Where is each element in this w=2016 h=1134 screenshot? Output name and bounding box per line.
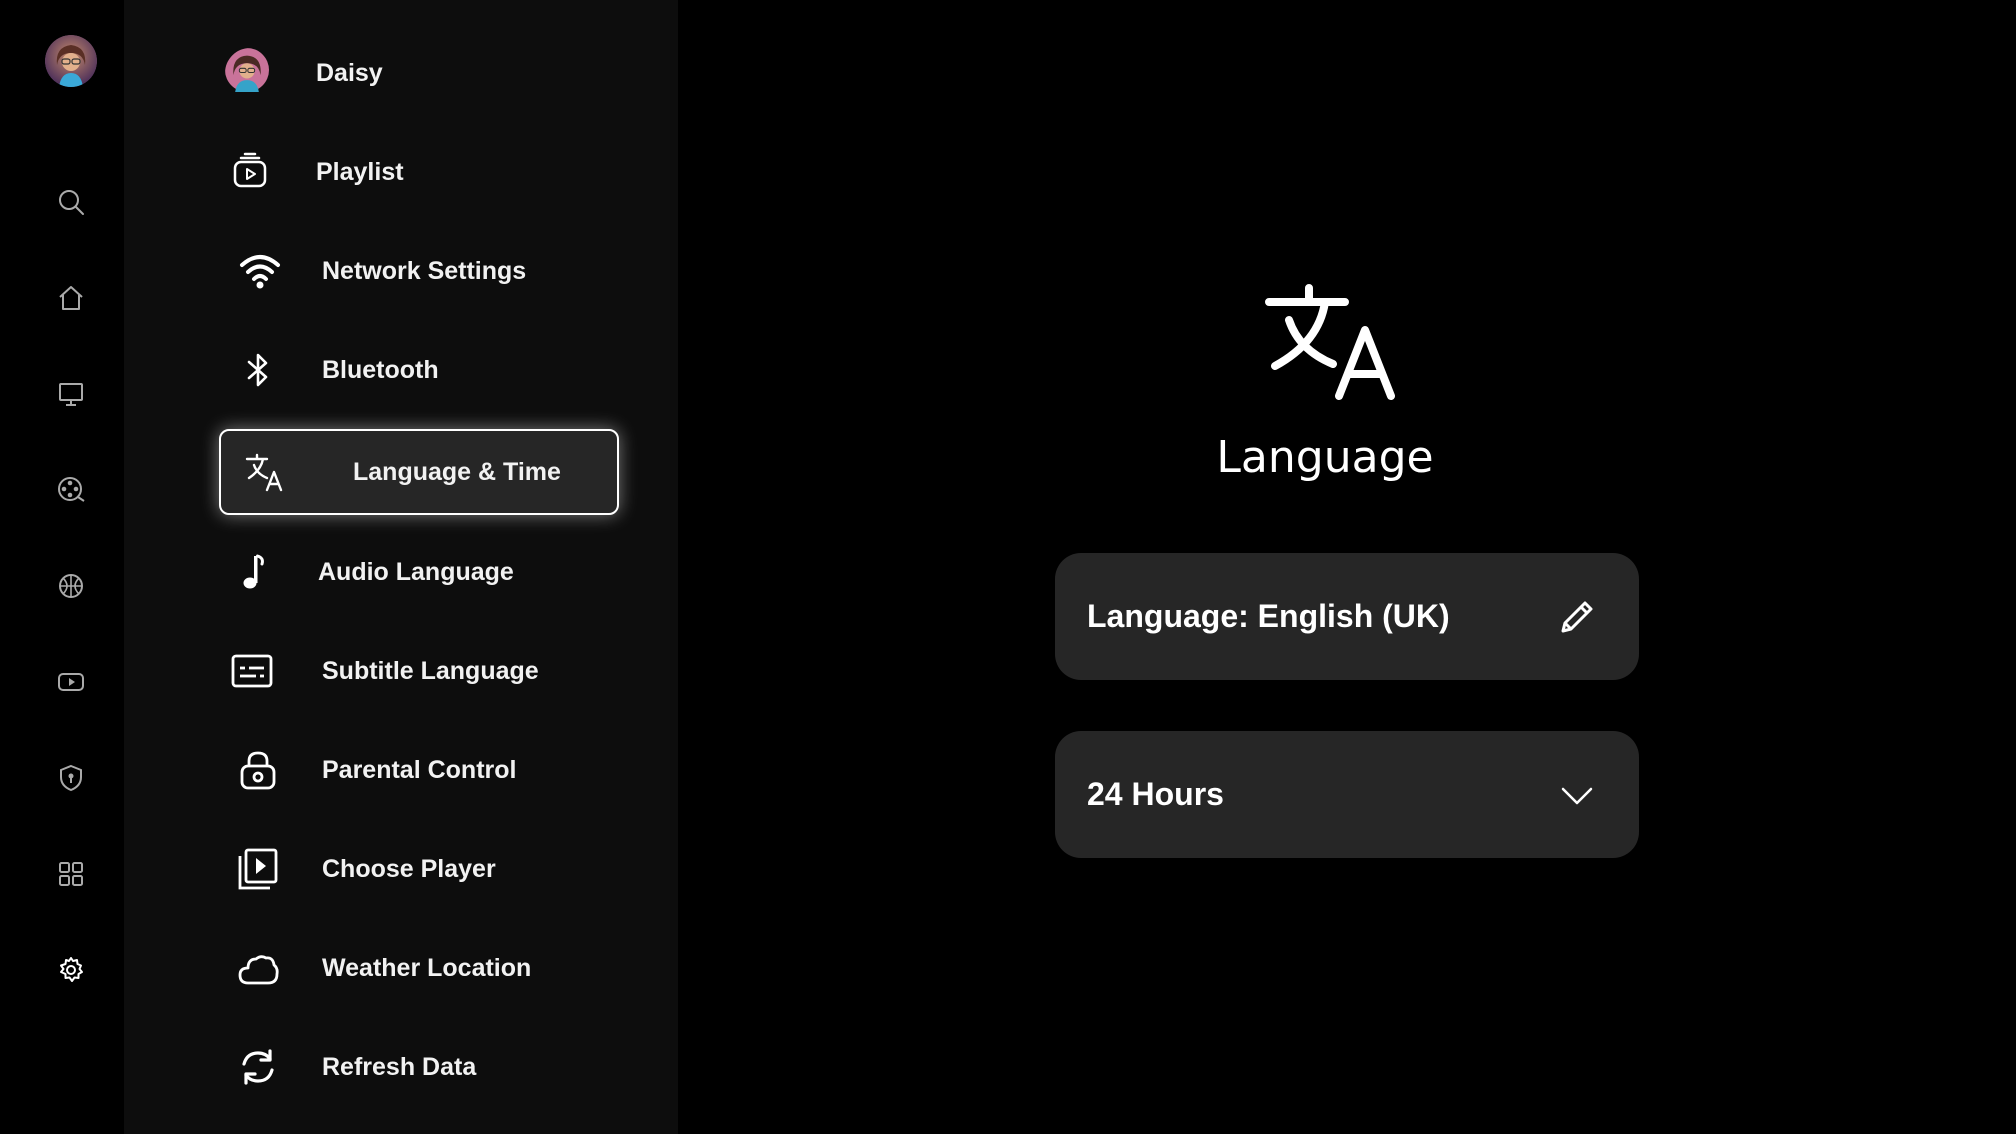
video-library-icon bbox=[228, 839, 288, 899]
menu-item-label: Language & Time bbox=[353, 457, 561, 486]
menu-item-label: Choose Player bbox=[322, 854, 496, 883]
menu-item-refresh-data[interactable]: Refresh Data bbox=[220, 1026, 616, 1108]
language-selector[interactable]: Language: English (UK) bbox=[1055, 553, 1639, 680]
wifi-icon bbox=[230, 241, 290, 301]
time-format-dropdown[interactable]: 24 Hours bbox=[1055, 731, 1639, 858]
menu-item-label: Playlist bbox=[316, 157, 404, 186]
content-panel: Language Language: English (UK) 24 Hours bbox=[678, 0, 2016, 1134]
menu-item-label: Network Settings bbox=[322, 256, 527, 285]
bluetooth-icon bbox=[228, 340, 288, 400]
tv-icon[interactable] bbox=[54, 377, 88, 411]
avatar bbox=[220, 43, 280, 103]
sports-ball-icon[interactable] bbox=[54, 569, 88, 603]
settings-menu: Daisy Playlist Network Settings Bluetoot… bbox=[124, 0, 678, 1134]
playlist-icon bbox=[220, 142, 280, 202]
menu-item-playlist[interactable]: Playlist bbox=[220, 131, 616, 213]
music-note-icon bbox=[224, 542, 284, 602]
translate-icon bbox=[1263, 284, 1413, 408]
menu-item-parental-control[interactable]: Parental Control bbox=[220, 729, 616, 811]
page-title: Language bbox=[1216, 432, 1434, 483]
menu-item-label: Weather Location bbox=[322, 953, 532, 982]
home-icon[interactable] bbox=[54, 281, 88, 315]
youtube-icon[interactable] bbox=[54, 665, 88, 699]
translate-icon bbox=[235, 442, 295, 502]
menu-item-weather-location[interactable]: Weather Location bbox=[220, 927, 616, 1009]
shield-icon[interactable] bbox=[54, 761, 88, 795]
menu-item-network-settings[interactable]: Network Settings bbox=[220, 230, 616, 312]
cloud-icon bbox=[228, 938, 288, 998]
pencil-icon[interactable] bbox=[1555, 595, 1599, 639]
nav-rail bbox=[0, 0, 124, 1134]
menu-item-audio-language[interactable]: Audio Language bbox=[220, 531, 616, 613]
menu-item-label: Subtitle Language bbox=[322, 656, 539, 685]
user-avatar[interactable] bbox=[45, 35, 97, 87]
apps-grid-icon[interactable] bbox=[54, 857, 88, 891]
menu-item-profile[interactable]: Daisy bbox=[220, 32, 616, 114]
menu-item-label: Parental Control bbox=[322, 755, 517, 784]
menu-item-label: Refresh Data bbox=[322, 1052, 477, 1081]
menu-item-label: Audio Language bbox=[318, 557, 514, 586]
time-format-value: 24 Hours bbox=[1087, 776, 1224, 812]
gear-icon[interactable] bbox=[54, 953, 88, 987]
menu-item-language-time[interactable]: Language & Time bbox=[219, 429, 619, 515]
menu-item-subtitle-language[interactable]: Subtitle Language bbox=[220, 630, 616, 712]
menu-item-bluetooth[interactable]: Bluetooth bbox=[220, 329, 616, 411]
subtitles-icon bbox=[222, 641, 282, 701]
lock-icon bbox=[228, 740, 288, 800]
menu-item-label: Daisy bbox=[316, 58, 383, 87]
menu-item-choose-player[interactable]: Choose Player bbox=[220, 828, 616, 910]
film-reel-icon[interactable] bbox=[54, 473, 88, 507]
search-icon[interactable] bbox=[54, 185, 88, 219]
menu-item-label: Bluetooth bbox=[322, 355, 439, 384]
language-value: Language: English (UK) bbox=[1087, 598, 1450, 634]
chevron-down-icon bbox=[1555, 773, 1599, 817]
refresh-icon bbox=[228, 1037, 288, 1097]
